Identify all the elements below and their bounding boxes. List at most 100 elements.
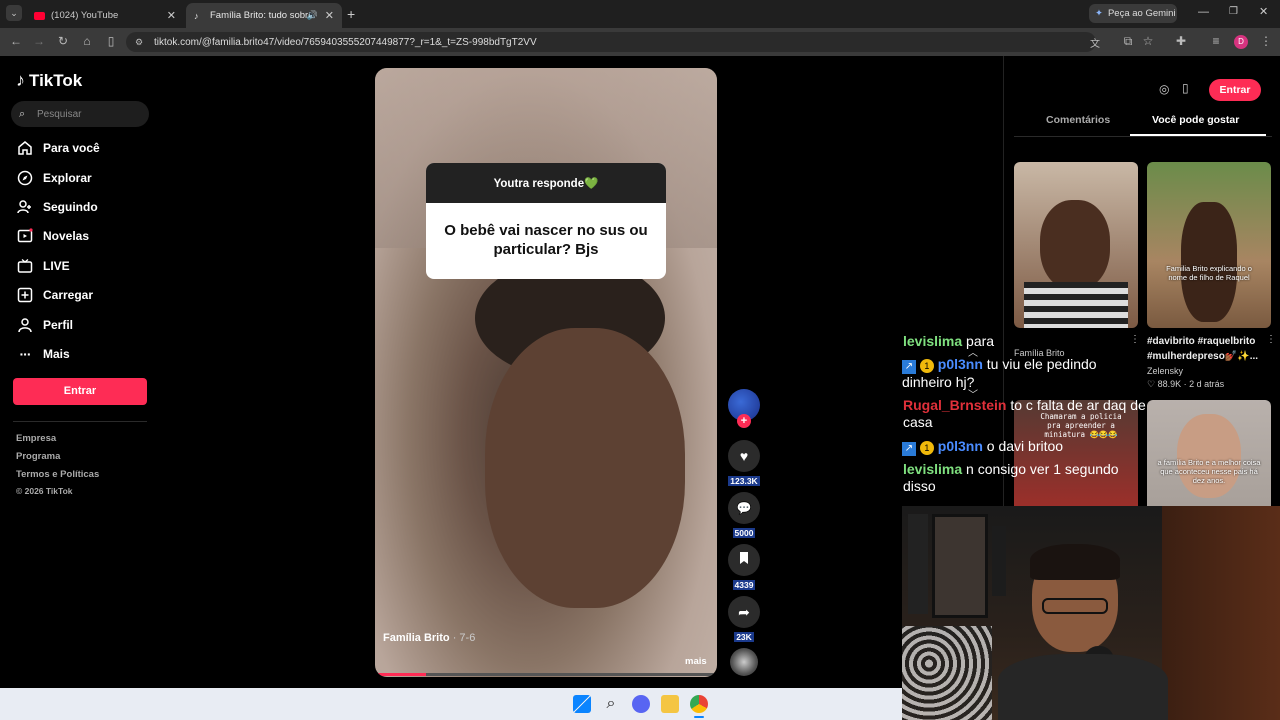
speaker-icon[interactable]: 🔊 — [307, 10, 318, 21]
discord-icon[interactable] — [632, 695, 650, 713]
tab-youtube[interactable]: (1024) YouTube ✕ — [26, 3, 184, 28]
bookmark-star-icon[interactable]: ☆ — [1140, 34, 1156, 48]
following-icon — [16, 198, 34, 216]
comment-button[interactable]: 💬 — [728, 492, 760, 524]
minimize-button[interactable]: — — [1198, 6, 1209, 18]
card-2-title[interactable]: #davibrito #raquelbrito #mulherdepreso💅🏾… — [1147, 334, 1267, 364]
media-icon[interactable]: ≡ — [1208, 34, 1224, 48]
recommended-video-2[interactable]: Familia Brito explicando o nome de filho… — [1147, 162, 1271, 328]
nav-item-mais[interactable]: ··· Mais — [16, 343, 70, 365]
url-bar[interactable]: ⚙ tiktok.com/@familia.brito47/video/7659… — [126, 32, 1100, 52]
compass-small-icon[interactable]: ◎ — [1159, 82, 1169, 96]
share-button[interactable]: ➦ — [728, 596, 760, 628]
extensions-icon[interactable]: ✚ — [1173, 34, 1189, 48]
nav-label: Seguindo — [43, 200, 98, 214]
home-browser-icon[interactable]: ⌂ — [79, 34, 95, 48]
video-more-link[interactable]: mais — [685, 656, 707, 667]
menu-dots-icon[interactable]: ⋮ — [1258, 34, 1274, 48]
tab-tiktok[interactable]: ♪ Família Brito: tudo sobre Ra 🔊 ✕ — [186, 3, 342, 28]
tab-comentarios[interactable]: Comentários — [1046, 114, 1110, 126]
forward-icon[interactable]: → — [31, 34, 47, 48]
login-button[interactable]: Entrar — [13, 378, 147, 405]
question-sticker: Youtra responde💚 O bebê vai nascer no su… — [426, 163, 666, 279]
sidepanel-icon[interactable]: ▯ — [103, 34, 119, 48]
close-tab-icon[interactable]: ✕ — [167, 9, 176, 22]
maximize-button[interactable]: ❐ — [1229, 6, 1238, 17]
video-author-name: Família Brito — [383, 632, 450, 644]
video-subject-face — [485, 328, 685, 608]
thumb-shirt — [1024, 282, 1128, 328]
tab-voce-pode-gostar[interactable]: Você pode gostar — [1152, 114, 1239, 126]
chat-message: levislima para — [903, 333, 1153, 350]
site-info-icon[interactable]: ⚙ — [135, 37, 143, 48]
nav-item-live[interactable]: LIVE — [16, 255, 70, 277]
search-taskbar-icon[interactable]: ⌕ — [602, 695, 620, 713]
video-progress-fill — [375, 673, 427, 676]
streamer-shirt — [998, 654, 1168, 720]
question-header: Youtra responde💚 — [426, 163, 666, 203]
tab-search-dropdown[interactable]: ⌄ — [6, 5, 22, 21]
nav-label: Carregar — [43, 288, 94, 302]
chrome-icon[interactable] — [690, 695, 708, 713]
install-icon[interactable]: ⧉ — [1120, 34, 1136, 49]
recommended-video-1[interactable] — [1014, 162, 1138, 328]
nav-item-seguindo[interactable]: Seguindo — [16, 196, 98, 218]
file-explorer-icon[interactable] — [661, 695, 679, 713]
chat-username: levislima — [903, 461, 963, 477]
panel-login-button[interactable]: Entrar — [1209, 79, 1261, 101]
video-progress-track[interactable] — [375, 673, 717, 676]
badge-icon: ↗ — [902, 442, 916, 456]
badge-icon: 1 — [919, 359, 934, 373]
gemini-label: Peça ao Gemini — [1107, 8, 1176, 19]
heart-icon: ♥ — [739, 448, 749, 464]
nav-label: Para você — [43, 141, 100, 155]
card-2-author[interactable]: Zelensky — [1147, 366, 1183, 376]
chat-text: para — [966, 333, 995, 349]
search-input[interactable]: ⌕ Pesquisar — [11, 101, 149, 127]
streamer-hair — [1030, 544, 1120, 580]
streamer-webcam — [902, 506, 1280, 720]
footer-link-programa[interactable]: Programa — [16, 451, 60, 462]
chat-username: levislima — [903, 333, 963, 349]
search-icon: ⌕ — [19, 107, 26, 120]
heart-outline-icon: ♡ — [1147, 379, 1156, 389]
card-2-more-icon[interactable]: ⋮ — [1266, 334, 1276, 345]
poster-frame-3 — [992, 526, 1006, 596]
nav-item-para-voce[interactable]: Para você — [16, 137, 100, 159]
tiktok-tab-icon: ♪ — [194, 10, 199, 21]
like-button[interactable]: ♥ — [728, 440, 760, 472]
video-author[interactable]: Família Brito · 7-6 — [383, 632, 475, 644]
translate-icon[interactable]: 文 — [1090, 35, 1100, 50]
nav-item-novelas[interactable]: Novelas — [16, 225, 89, 247]
windows-start-icon[interactable] — [573, 695, 591, 713]
nav-label: LIVE — [43, 259, 70, 273]
device-icon[interactable]: ▯ — [1182, 81, 1189, 95]
tiktok-logo[interactable]: ♪ TikTok — [16, 70, 82, 91]
recommended-video-4[interactable]: a família Brito e a melhor coisa que aco… — [1147, 400, 1271, 506]
gemini-button[interactable]: ✦ Peça ao Gemini — [1089, 4, 1177, 23]
video-player[interactable]: Família Brito · 7-6 mais — [375, 68, 717, 677]
card-4-overlay: a família Brito e a melhor coisa que aco… — [1157, 458, 1261, 485]
nav-item-explorar[interactable]: Explorar — [16, 167, 92, 189]
chat-message: levislima n consigo ver 1 segundo disso — [903, 461, 1153, 495]
browser-tab-bar: ⌄ (1024) YouTube ✕ ♪ Família Brito: tudo… — [0, 0, 1280, 28]
sound-disc-icon[interactable] — [730, 648, 758, 676]
back-icon[interactable]: ← — [8, 34, 24, 48]
reload-icon[interactable]: ↻ — [55, 34, 71, 48]
nav-item-carregar[interactable]: Carregar — [16, 284, 93, 306]
profile-avatar[interactable]: D — [1234, 35, 1248, 49]
chat-username: Rugal_Brnstein — [903, 397, 1007, 413]
card-2-stats: ♡ 88.9K · 2 d atrás — [1147, 379, 1224, 390]
share-count: 23K — [734, 632, 754, 642]
novelas-icon — [16, 227, 34, 245]
footer-link-termos[interactable]: Termos e Políticas — [16, 469, 99, 480]
footer-link-empresa[interactable]: Empresa — [16, 433, 56, 444]
nav-item-perfil[interactable]: Perfil — [16, 314, 73, 336]
poster-frame — [932, 514, 988, 618]
close-tab-icon[interactable]: ✕ — [325, 9, 334, 22]
follow-plus-icon[interactable]: + — [737, 414, 751, 428]
save-button[interactable] — [728, 544, 760, 576]
new-tab-button[interactable]: + — [347, 6, 355, 22]
card-2-likes: 88.9K — [1157, 379, 1182, 389]
close-window-button[interactable]: ✕ — [1259, 5, 1268, 18]
